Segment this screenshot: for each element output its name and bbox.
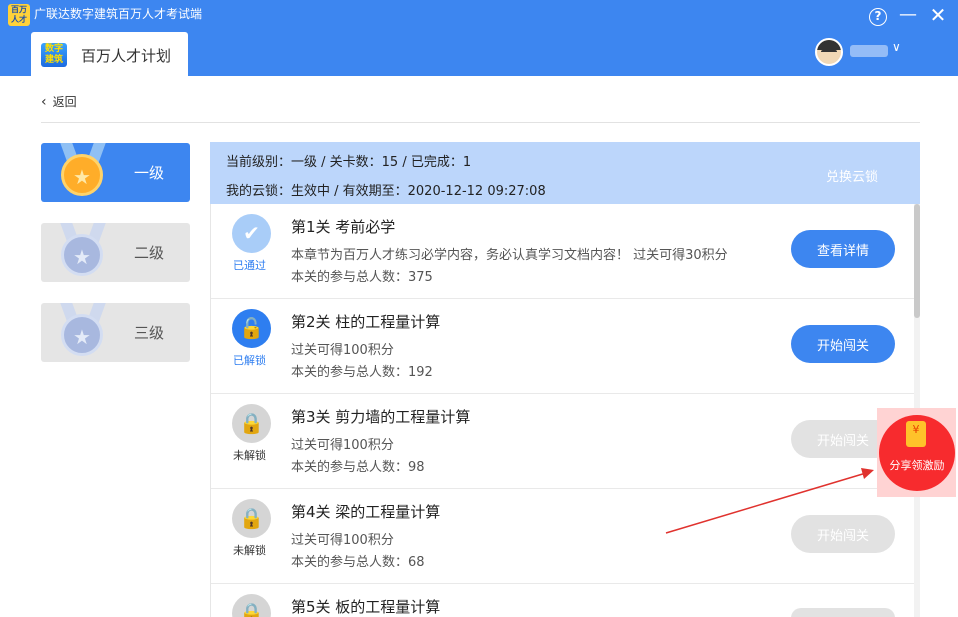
tab-million-talent[interactable]: 数字建筑 百万人才计划 [31, 32, 188, 76]
tab-strip: 数字建筑 百万人才计划 ∨ [0, 30, 958, 76]
coin-gift-icon: ¥ [906, 421, 926, 447]
divider [41, 122, 920, 123]
silver-medal-icon: ★ [61, 234, 103, 276]
app-icon: 百万人才 [8, 4, 30, 26]
stage-description: 过关可得100积分 [291, 438, 394, 453]
status-locked: 未解锁 [233, 544, 266, 557]
level-card-1[interactable]: ★ 一级 [41, 143, 190, 202]
stage-item-4: 🔒 未解锁 第4关 梁的工程量计算 过关可得100积分 本关的参与总人数：68 … [211, 489, 914, 584]
level-card-3[interactable]: ★ 三级 [41, 303, 190, 362]
lock-icon: 🔒 [232, 499, 271, 538]
level-label: 一级 [134, 164, 165, 182]
stage-description: 过关可得100积分 [291, 533, 394, 548]
chevron-down-icon[interactable]: ∨ [892, 40, 901, 54]
gold-medal-icon: ★ [61, 154, 103, 196]
cloud-lock-status: 我的云锁：生效中 / 有效期至：2020-12-12 09:27:08 [226, 184, 546, 199]
stage-title: 第1关 考前必学 [291, 218, 396, 236]
tab-label: 百万人才计划 [81, 47, 172, 65]
status-locked: 未解锁 [233, 449, 266, 462]
scrollbar-thumb[interactable] [914, 204, 920, 318]
start-challenge-button[interactable]: 开始闯关 [791, 325, 895, 363]
participant-count: 本关的参与总人数：98 [291, 460, 425, 475]
stage-item-3: 🔒 未解锁 第3关 剪力墙的工程量计算 过关可得100积分 本关的参与总人数：9… [211, 394, 914, 489]
back-label: 返回 [52, 95, 77, 109]
level-label: 三级 [134, 324, 165, 342]
participant-count: 本关的参与总人数：375 [291, 270, 433, 285]
stage-item-2: 🔓 已解锁 第2关 柱的工程量计算 过关可得100积分 本关的参与总人数：192… [211, 299, 914, 394]
start-challenge-button-disabled[interactable] [791, 608, 895, 617]
stage-title: 第4关 梁的工程量计算 [291, 503, 441, 521]
unlock-icon: 🔓 [232, 309, 271, 348]
status-passed: 已通过 [233, 259, 266, 272]
stage-title: 第3关 剪力墙的工程量计算 [291, 408, 471, 426]
lock-icon: 🔒 [232, 594, 271, 617]
level-summary: 当前级别：一级 / 关卡数：15 / 已完成：1 [226, 155, 472, 170]
back-link[interactable]: ‹ 返回 [41, 93, 77, 110]
minimize-button[interactable]: — [896, 3, 920, 27]
check-icon: ✔ [232, 214, 271, 253]
stage-item-1: ✔ 已通过 第1关 考前必学 本章节为百万人才练习必学内容，务必认真学习文档内容… [211, 204, 914, 299]
participant-count: 本关的参与总人数：68 [291, 555, 425, 570]
share-label: 分享领激励 [889, 459, 945, 472]
stage-description: 过关可得100积分 [291, 343, 394, 358]
silver-medal-icon: ★ [61, 314, 103, 356]
participant-count: 本关的参与总人数：192 [291, 365, 433, 380]
help-button[interactable]: ? [866, 3, 890, 27]
window-title: 广联达数字建筑百万人才考试端 [34, 7, 203, 21]
digital-building-logo: 数字建筑 [41, 43, 67, 67]
share-reward-badge[interactable]: ¥ 分享领激励 [877, 408, 956, 497]
level-card-2[interactable]: ★ 二级 [41, 223, 190, 282]
stage-title: 第5关 板的工程量计算 [291, 598, 441, 616]
stage-item-5: 🔒 第5关 板的工程量计算 [211, 584, 914, 617]
help-icon: ? [869, 8, 887, 26]
chevron-left-icon: ‹ [41, 94, 47, 110]
status-unlocked: 已解锁 [233, 354, 266, 367]
username-masked[interactable] [850, 45, 888, 57]
level-label: 二级 [134, 244, 165, 262]
start-challenge-button-disabled[interactable]: 开始闯关 [791, 515, 895, 553]
avatar[interactable] [815, 38, 843, 66]
title-bar: 百万人才 广联达数字建筑百万人才考试端 ? — ✕ [0, 0, 958, 30]
exchange-cloud-lock-link[interactable]: 兑换云锁 [826, 166, 878, 185]
lock-icon: 🔒 [232, 404, 271, 443]
stage-description: 本章节为百万人才练习必学内容，务必认真学习文档内容！ 过关可得30积分 [291, 248, 728, 263]
close-button[interactable]: ✕ [926, 3, 950, 27]
view-details-button[interactable]: 查看详情 [791, 230, 895, 268]
level-info-panel: 当前级别：一级 / 关卡数：15 / 已完成：1 我的云锁：生效中 / 有效期至… [210, 142, 920, 204]
stage-title: 第2关 柱的工程量计算 [291, 313, 441, 331]
